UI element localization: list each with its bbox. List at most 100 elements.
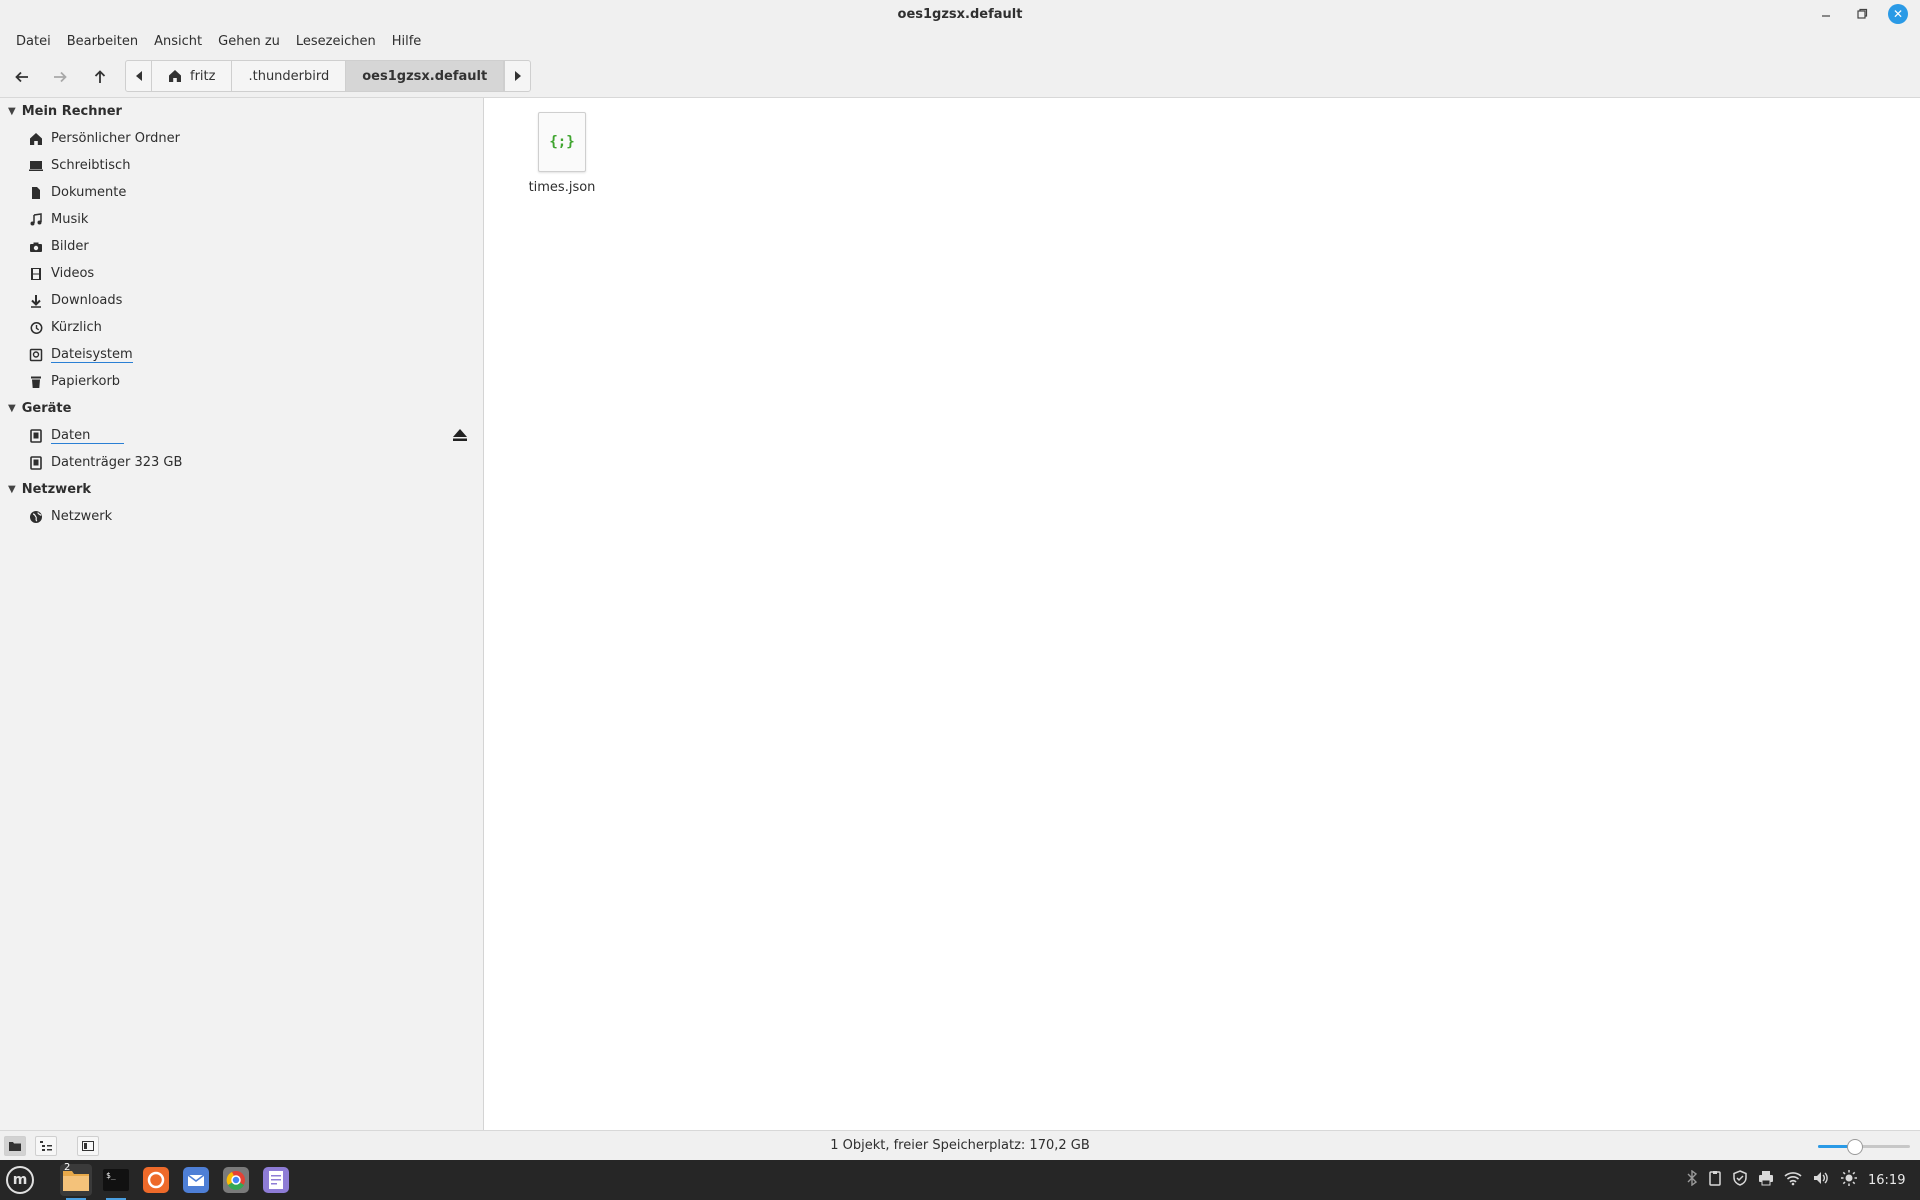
sidebar-item-kuerzlich[interactable]: Kürzlich bbox=[0, 314, 484, 341]
sidebar-item-label: Kürzlich bbox=[51, 320, 102, 335]
show-tree-button[interactable] bbox=[35, 1136, 57, 1156]
chrome-icon bbox=[223, 1167, 249, 1193]
breadcrumb: fritz .thunderbird oes1gzsx.default bbox=[125, 60, 532, 92]
zoom-slider-handle[interactable] bbox=[1846, 1139, 1863, 1155]
sidebar-item-datentraeger[interactable]: Datenträger 323 GB bbox=[0, 449, 484, 476]
arrow-up-icon bbox=[94, 70, 106, 83]
music-icon bbox=[28, 212, 44, 228]
sidebar: ▼ Mein Rechner Persönlicher Ordner Schre… bbox=[0, 98, 484, 1130]
back-button[interactable] bbox=[6, 62, 38, 92]
menu-logo-icon[interactable]: m bbox=[6, 1166, 34, 1194]
desktop-icon bbox=[28, 158, 44, 174]
home-icon bbox=[28, 131, 44, 147]
file-view[interactable]: {;} times.json bbox=[485, 98, 1920, 1130]
terminal-icon: $_ bbox=[103, 1169, 129, 1191]
sidebar-item-persoenlicher-ordner[interactable]: Persönlicher Ordner bbox=[0, 125, 484, 152]
crumb-thunderbird[interactable]: .thunderbird bbox=[232, 61, 347, 91]
taskbar-firefox-app[interactable] bbox=[140, 1164, 172, 1196]
sidebar-item-musik[interactable]: Musik bbox=[0, 206, 484, 233]
sidebar-item-dateisystem[interactable]: Dateisystem bbox=[0, 341, 484, 368]
taskbar-text-editor-app[interactable] bbox=[260, 1164, 292, 1196]
camera-icon bbox=[28, 239, 44, 255]
system-tray: 16:19 bbox=[1686, 1160, 1905, 1200]
path-scroll-right-button[interactable] bbox=[504, 61, 530, 91]
sidebar-item-netzwerk[interactable]: Netzwerk bbox=[0, 503, 484, 530]
text-editor-icon bbox=[263, 1167, 289, 1193]
disk-icon bbox=[28, 455, 44, 471]
sidebar-item-videos[interactable]: Videos bbox=[0, 260, 484, 287]
sidebar-item-label: Papierkorb bbox=[51, 374, 121, 389]
window-title: oes1gzsx.default bbox=[897, 6, 1023, 22]
zoom-slider[interactable] bbox=[1818, 1145, 1910, 1148]
title-bar: oes1gzsx.default ✕ bbox=[0, 0, 1920, 28]
sidebar-item-bilder[interactable]: Bilder bbox=[0, 233, 484, 260]
menu-hilfe[interactable]: Hilfe bbox=[384, 28, 430, 56]
workspace-badge: 2 bbox=[64, 1162, 71, 1173]
taskbar-chrome-app[interactable] bbox=[220, 1164, 252, 1196]
network-icon bbox=[28, 509, 44, 525]
maximize-icon[interactable] bbox=[1852, 4, 1872, 24]
section-netzwerk[interactable]: ▼ Netzwerk bbox=[0, 476, 484, 503]
arrow-left-icon bbox=[15, 71, 28, 83]
file-item[interactable]: {;} times.json bbox=[517, 112, 607, 195]
brightness-icon[interactable] bbox=[1840, 1169, 1858, 1191]
sidebar-item-label: Dateisystem bbox=[51, 346, 133, 363]
volume-icon[interactable] bbox=[1812, 1170, 1830, 1190]
crumb-label: oes1gzsx.default bbox=[362, 68, 488, 84]
bluetooth-icon[interactable] bbox=[1686, 1169, 1698, 1190]
sidebar-item-label: Persönlicher Ordner bbox=[51, 131, 180, 146]
svg-text:$_: $_ bbox=[106, 1171, 116, 1180]
menu-bearbeiten[interactable]: Bearbeiten bbox=[59, 28, 146, 56]
taskbar-terminal-app[interactable]: $_ bbox=[100, 1164, 132, 1200]
clock[interactable]: 16:19 bbox=[1868, 1173, 1905, 1188]
clipboard-icon[interactable] bbox=[1708, 1170, 1722, 1190]
sidebar-item-label: Dokumente bbox=[51, 185, 127, 200]
forward-button[interactable] bbox=[44, 62, 76, 92]
file-name: times.json bbox=[528, 180, 596, 195]
sidebar-item-label: Daten bbox=[51, 428, 125, 444]
eject-icon[interactable] bbox=[452, 428, 468, 446]
sidebar-item-label: Netzwerk bbox=[51, 509, 113, 524]
hide-sidebar-button[interactable] bbox=[77, 1136, 99, 1156]
sidebar-item-dokumente[interactable]: Dokumente bbox=[0, 179, 484, 206]
sidebar-item-downloads[interactable]: Downloads bbox=[0, 287, 484, 314]
crumb-oes1gzsx-default[interactable]: oes1gzsx.default bbox=[346, 61, 505, 91]
wifi-icon[interactable] bbox=[1784, 1170, 1802, 1190]
status-text: 1 Objekt, freier Speicherplatz: 170,2 GB bbox=[830, 1138, 1090, 1153]
folder-icon bbox=[9, 1142, 21, 1151]
status-bar: 1 Objekt, freier Speicherplatz: 170,2 GB bbox=[0, 1130, 1920, 1160]
crumb-fritz[interactable]: fritz bbox=[152, 61, 233, 91]
up-button[interactable] bbox=[84, 62, 116, 92]
show-places-button[interactable] bbox=[4, 1136, 26, 1156]
shield-icon[interactable] bbox=[1732, 1170, 1748, 1190]
expander-icon: ▼ bbox=[8, 484, 16, 495]
sidebar-item-label: Videos bbox=[51, 266, 95, 281]
sidebar-item-schreibtisch[interactable]: Schreibtisch bbox=[0, 152, 484, 179]
section-mein-rechner[interactable]: ▼ Mein Rechner bbox=[0, 98, 484, 125]
sidebar-item-label: Downloads bbox=[51, 293, 123, 308]
firefox-icon bbox=[143, 1167, 169, 1193]
printer-icon[interactable] bbox=[1758, 1170, 1774, 1190]
menu-datei[interactable]: Datei bbox=[8, 28, 59, 56]
menu-gehen-zu[interactable]: Gehen zu bbox=[210, 28, 288, 56]
window-controls: ✕ bbox=[1816, 4, 1908, 24]
section-geraete[interactable]: ▼ Geräte bbox=[0, 395, 484, 422]
taskbar-mail-app[interactable] bbox=[180, 1164, 212, 1196]
sidebar-item-papierkorb[interactable]: Papierkorb bbox=[0, 368, 484, 395]
close-icon[interactable]: ✕ bbox=[1888, 4, 1908, 24]
sidebar-item-label: Bilder bbox=[51, 239, 89, 254]
expander-icon: ▼ bbox=[8, 403, 16, 414]
menu-ansicht[interactable]: Ansicht bbox=[146, 28, 210, 56]
minimize-icon[interactable] bbox=[1816, 4, 1836, 24]
mail-icon bbox=[183, 1167, 209, 1193]
crumb-label: fritz bbox=[190, 68, 216, 84]
path-scroll-left-button[interactable] bbox=[126, 61, 152, 91]
menu-lesezeichen[interactable]: Lesezeichen bbox=[288, 28, 384, 56]
arrow-right-icon bbox=[54, 71, 67, 83]
sidebar-item-daten[interactable]: Daten bbox=[0, 422, 484, 449]
section-title: Netzwerk bbox=[21, 482, 92, 497]
taskbar: m 2 $_ 16:19 bbox=[0, 1160, 1920, 1200]
taskbar-files-app[interactable]: 2 bbox=[60, 1162, 92, 1200]
triangle-right-icon bbox=[514, 71, 521, 81]
section-title: Mein Rechner bbox=[21, 104, 122, 119]
